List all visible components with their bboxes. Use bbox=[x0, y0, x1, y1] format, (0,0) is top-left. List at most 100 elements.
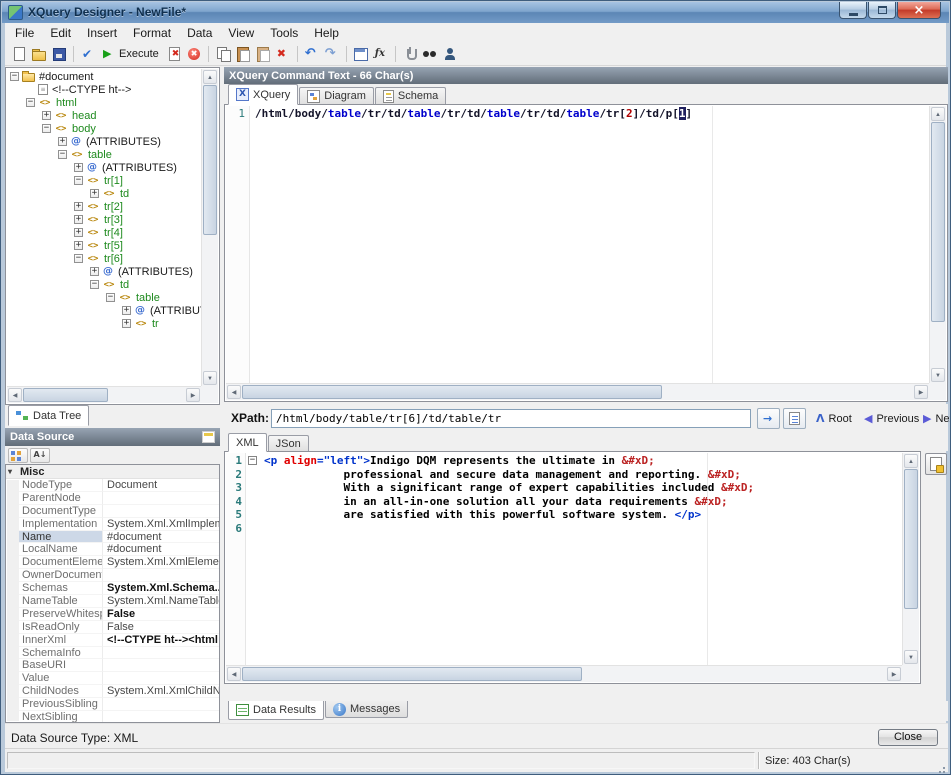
error-stop-button[interactable] bbox=[184, 44, 204, 64]
tab-json[interactable]: JSon bbox=[268, 435, 309, 451]
tree-expander[interactable]: − bbox=[74, 254, 83, 263]
tree-expander[interactable]: + bbox=[74, 241, 83, 250]
property-row[interactable]: BaseURI bbox=[6, 659, 219, 672]
undo-button[interactable] bbox=[302, 44, 322, 64]
xquery-editor[interactable]: 1 /html/body/table/tr/td/table/tr/td/tab… bbox=[224, 104, 948, 402]
previous-button[interactable]: Previous bbox=[858, 408, 925, 429]
open-file-button[interactable] bbox=[29, 44, 49, 64]
designer-button[interactable] bbox=[351, 44, 371, 64]
property-row[interactable]: PreserveWhitespacFalse bbox=[6, 608, 219, 621]
scrollbar-thumb[interactable] bbox=[23, 388, 108, 402]
tree-expander[interactable]: − bbox=[10, 72, 19, 81]
tab-data-tree[interactable]: Data Tree bbox=[8, 405, 89, 426]
xpath-go-button[interactable] bbox=[757, 408, 780, 429]
close-button[interactable]: Close bbox=[878, 729, 938, 746]
tree-node-attributes[interactable]: +@(ATTRIBUTES) bbox=[7, 304, 201, 317]
attach-button[interactable] bbox=[400, 44, 420, 64]
tree-expander[interactable]: + bbox=[42, 111, 51, 120]
tree-expander[interactable]: − bbox=[26, 98, 35, 107]
tab-data-results[interactable]: Data Results bbox=[228, 701, 324, 720]
scroll-up-button[interactable]: ▲ bbox=[904, 454, 918, 468]
tree-expander[interactable]: − bbox=[106, 293, 115, 302]
fold-collapse-icon[interactable]: − bbox=[248, 456, 257, 465]
property-row[interactable]: SchemaInfo bbox=[6, 647, 219, 660]
scrollbar-thumb[interactable] bbox=[203, 85, 217, 235]
tree-node-td[interactable]: +<>td bbox=[7, 187, 201, 200]
menu-format[interactable]: Format bbox=[125, 24, 179, 42]
xpath-input[interactable] bbox=[271, 409, 751, 428]
scroll-down-button[interactable]: ▼ bbox=[931, 368, 945, 382]
tree-expander[interactable]: + bbox=[122, 319, 131, 328]
export-results-button[interactable] bbox=[925, 453, 947, 475]
tree-expander[interactable]: − bbox=[58, 150, 67, 159]
tree-node-body[interactable]: −<>body bbox=[7, 122, 201, 135]
tree-expander[interactable]: + bbox=[74, 228, 83, 237]
scroll-left-button[interactable]: ◀ bbox=[8, 388, 22, 402]
menu-view[interactable]: View bbox=[220, 24, 262, 42]
scrollbar-thumb[interactable] bbox=[242, 667, 582, 681]
stop-query-button[interactable] bbox=[164, 44, 184, 64]
tree-node-tr6[interactable]: −<>tr[6] bbox=[7, 252, 201, 265]
next-button[interactable]: Next bbox=[917, 408, 951, 429]
property-row[interactable]: DocumentType bbox=[6, 505, 219, 518]
menu-data[interactable]: Data bbox=[179, 24, 220, 42]
tab-schema[interactable]: Schema bbox=[375, 87, 446, 104]
tab-messages[interactable]: Messages bbox=[325, 701, 408, 718]
save-file-button[interactable] bbox=[49, 44, 69, 64]
maximize-button[interactable] bbox=[868, 2, 896, 19]
property-row[interactable]: DocumentElementSystem.Xml.XmlElement bbox=[6, 556, 219, 569]
tree-node-td[interactable]: −<>td bbox=[7, 278, 201, 291]
property-row[interactable]: NodeTypeDocument bbox=[6, 479, 219, 492]
property-category[interactable]: ▾ Misc bbox=[6, 465, 219, 479]
new-file-button[interactable] bbox=[9, 44, 29, 64]
property-row[interactable]: SchemasSystem.Xml.Schema... bbox=[6, 582, 219, 595]
menu-insert[interactable]: Insert bbox=[79, 24, 125, 42]
scroll-left-button[interactable]: ◀ bbox=[227, 667, 241, 681]
paste-text-button[interactable] bbox=[253, 44, 273, 64]
property-row[interactable]: InnerXml<!--CTYPE ht--><html bbox=[6, 634, 219, 647]
scrollbar-thumb[interactable] bbox=[242, 385, 662, 399]
property-row[interactable]: NameTableSystem.Xml.NameTable bbox=[6, 595, 219, 608]
menu-help[interactable]: Help bbox=[306, 24, 347, 42]
alphabetical-sort-button[interactable]: A↓ bbox=[30, 448, 50, 463]
close-window-button[interactable]: × bbox=[897, 2, 941, 19]
profile-button[interactable] bbox=[440, 44, 460, 64]
tree-expander[interactable]: + bbox=[90, 189, 99, 198]
function-fx-button[interactable] bbox=[371, 44, 391, 64]
categorized-view-button[interactable] bbox=[8, 448, 28, 463]
execute-query-button[interactable]: Execute bbox=[98, 44, 164, 64]
menu-file[interactable]: File bbox=[7, 24, 42, 42]
minimize-button[interactable] bbox=[839, 2, 867, 19]
tree-node-attributes[interactable]: +@(ATTRIBUTES) bbox=[7, 135, 201, 148]
tree-expander[interactable]: − bbox=[42, 124, 51, 133]
scroll-right-button[interactable]: ▶ bbox=[914, 385, 928, 399]
delete-button[interactable] bbox=[273, 44, 293, 64]
tree-node-tr1[interactable]: −<>tr[1] bbox=[7, 174, 201, 187]
redo-button[interactable] bbox=[322, 44, 342, 64]
data-tree-panel[interactable]: −#document<!--CTYPE ht-->−<>html+<>head−… bbox=[5, 67, 220, 405]
tree-node-tr2[interactable]: +<>tr[2] bbox=[7, 200, 201, 213]
tree-expander[interactable]: + bbox=[74, 215, 83, 224]
scroll-right-button[interactable]: ▶ bbox=[887, 667, 901, 681]
tree-node-html[interactable]: −<>html bbox=[7, 96, 201, 109]
scrollbar-thumb[interactable] bbox=[904, 469, 918, 609]
property-row[interactable]: IsReadOnlyFalse bbox=[6, 621, 219, 634]
tree-node-attributes[interactable]: +@(ATTRIBUTES) bbox=[7, 161, 201, 174]
property-row[interactable]: NextSibling bbox=[6, 711, 219, 723]
copy-button[interactable] bbox=[213, 44, 233, 64]
tree-expander[interactable]: + bbox=[74, 163, 83, 172]
tree-expander[interactable]: + bbox=[90, 267, 99, 276]
tree-expander[interactable]: − bbox=[74, 176, 83, 185]
scroll-up-button[interactable]: ▲ bbox=[931, 107, 945, 121]
property-row[interactable]: Name#document bbox=[6, 531, 219, 544]
scroll-left-button[interactable]: ◀ bbox=[227, 385, 241, 399]
validate-check-button[interactable] bbox=[78, 44, 98, 64]
tree-node-document[interactable]: −#document bbox=[7, 70, 201, 83]
results-editor[interactable]: 1−<p align="left">Indigo DQM represents … bbox=[224, 451, 921, 684]
tree-node-table[interactable]: −<>table bbox=[7, 148, 201, 161]
tree-expander[interactable]: + bbox=[58, 137, 67, 146]
tree-node-ctypeht[interactable]: <!--CTYPE ht--> bbox=[7, 83, 201, 96]
paste-button[interactable] bbox=[233, 44, 253, 64]
scroll-right-button[interactable]: ▶ bbox=[186, 388, 200, 402]
property-row[interactable]: ImplementationSystem.Xml.XmlImplemen bbox=[6, 518, 219, 531]
